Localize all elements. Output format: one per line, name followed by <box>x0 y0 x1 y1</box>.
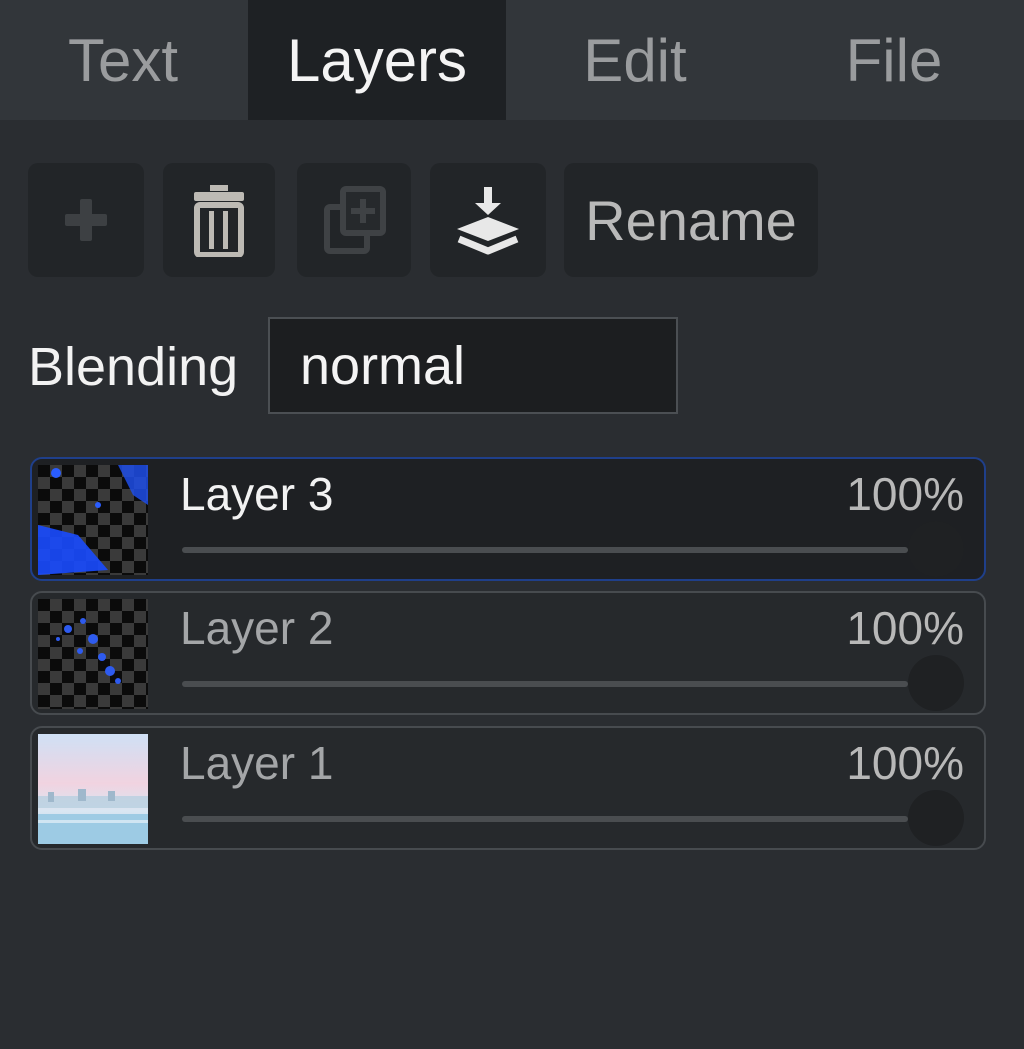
layer-opacity-value: 100% <box>846 468 964 520</box>
layer-opacity-value: 100% <box>846 737 964 789</box>
layer-row-2[interactable]: Layer 2 100% <box>30 591 986 715</box>
layer-row-3[interactable]: Layer 3 100% <box>30 457 986 581</box>
blending-label: Blending <box>28 337 239 397</box>
rename-button[interactable]: Rename <box>564 163 818 277</box>
layer-thumbnail <box>38 734 148 844</box>
tab-layers[interactable]: Layers <box>248 0 506 120</box>
add-layer-button[interactable] <box>28 163 144 277</box>
merge-down-icon <box>457 187 519 255</box>
opacity-slider[interactable] <box>182 681 908 687</box>
layer-thumbnail <box>38 599 148 709</box>
tab-file[interactable]: File <box>764 0 1024 120</box>
layer-name: Layer 1 <box>180 737 334 789</box>
layer-name: Layer 3 <box>180 468 334 520</box>
tab-text[interactable]: Text <box>0 0 246 120</box>
layer-thumbnail <box>38 465 148 575</box>
delete-layer-button[interactable] <box>163 163 275 277</box>
opacity-slider-handle[interactable] <box>908 790 964 846</box>
opacity-slider[interactable] <box>182 816 908 822</box>
layer-opacity-value: 100% <box>846 602 964 654</box>
tab-bar: Text Layers Edit File <box>0 0 1024 120</box>
plus-icon <box>65 199 107 241</box>
opacity-slider[interactable] <box>182 547 908 553</box>
layer-row-1[interactable]: Layer 1 100% <box>30 726 986 850</box>
opacity-slider-handle[interactable] <box>908 521 964 577</box>
merge-down-button[interactable] <box>430 163 546 277</box>
layer-name: Layer 2 <box>180 602 334 654</box>
blending-select[interactable]: normal <box>268 317 678 414</box>
trash-icon <box>194 185 244 257</box>
duplicate-icon <box>324 186 386 254</box>
opacity-slider-handle[interactable] <box>908 655 964 711</box>
duplicate-layer-button[interactable] <box>297 163 411 277</box>
tab-edit[interactable]: Edit <box>506 0 764 120</box>
